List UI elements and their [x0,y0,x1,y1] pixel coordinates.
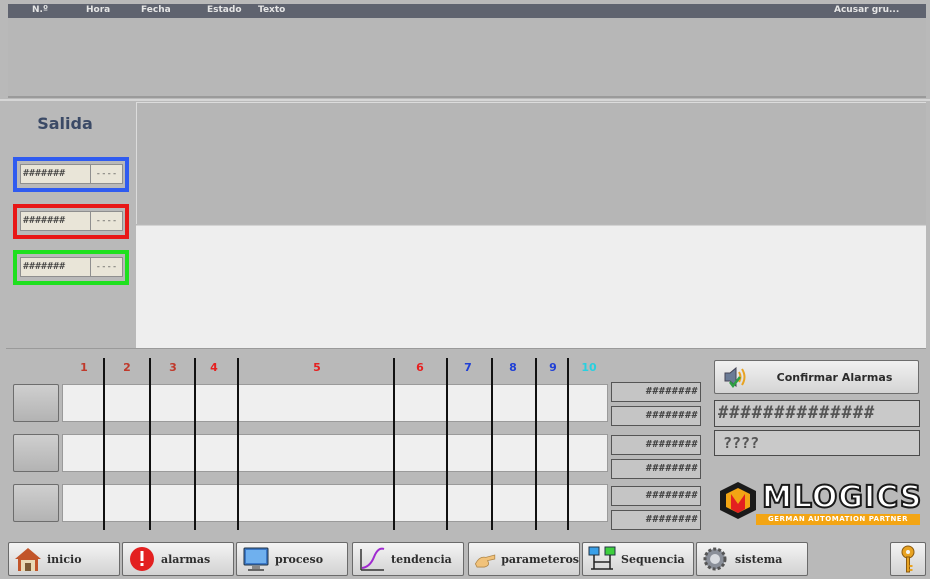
status-box-blue: ####### ---- [13,157,129,192]
key-icon [901,545,915,573]
col-number-8: 8 [509,361,517,374]
row-select-button-1[interactable] [13,384,59,422]
nav-button-sequence[interactable]: Sequencia [582,542,694,576]
col-header-text[interactable]: Texto [258,5,285,15]
confirm-alarms-label: Confirmar Alarmas [776,370,893,384]
nav-label-process: proceso [275,552,324,566]
alarm-list[interactable] [8,18,926,98]
logo-cube-icon [720,482,756,519]
nav-button-alarms[interactable]: alarmas [122,542,234,576]
nav-button-trend[interactable]: tendencia [352,542,464,576]
total-value-field: ############## [714,400,920,427]
trend-icon [360,547,385,571]
col-number-5: 5 [313,361,321,374]
confirm-alarms-button[interactable]: Confirmar Alarmas [714,360,919,394]
chart-separator [6,348,926,349]
nav-label-trend: tendencia [391,552,452,566]
col-number-7: 7 [464,361,472,374]
col-header-date[interactable]: Fecha [141,5,171,15]
value-field: ######## [611,510,701,530]
col-header-time[interactable]: Hora [86,5,110,15]
grid-line [237,358,239,530]
value-field: ######## [611,406,701,426]
value-field: ######## [611,459,701,479]
status-field-green[interactable]: ####### ---- [20,257,123,277]
home-icon [15,548,41,571]
alarm-table-header: N.º Hora Fecha Estado Texto Acusar gru..… [8,4,926,18]
status-field-blue[interactable]: ####### ---- [20,164,123,184]
trend-chart-lower [136,225,926,349]
status-unit-red: ---- [95,216,118,226]
status-field-red[interactable]: ####### ---- [20,211,123,231]
ack-group-button[interactable]: Acusar gru... [834,5,899,15]
status-box-red: ####### ---- [13,204,129,239]
grid-line [194,358,196,530]
status-value-green: ####### [21,258,91,276]
col-number-9: 9 [549,361,557,374]
grid-line [567,358,569,530]
nav-label-system: sistema [735,552,783,566]
col-number-1: 1 [80,361,88,374]
trend-chart-upper [136,102,926,224]
grid-line [535,358,537,530]
nav-button-process[interactable]: proceso [236,542,348,576]
col-number-4: 4 [210,361,218,374]
nav-label-parameters: parameteros [501,552,579,566]
status-box-green: ####### ---- [13,250,129,285]
hand-icon [474,554,496,568]
company-logo: MLOGICS GERMAN AUTOMATION PARTNER [716,478,922,526]
grid-line [103,358,105,530]
sequence-icon [588,546,616,570]
table-row[interactable] [62,484,608,522]
table-row[interactable] [62,384,608,422]
output-title: Salida [37,114,93,133]
value-field: ######## [611,435,701,455]
nav-label-alarms: alarmas [161,552,211,566]
nav-label-sequence: Sequencia [621,552,685,566]
nav-label-home: inicio [47,552,82,566]
table-row[interactable] [62,434,608,472]
speaker-icon [724,366,746,389]
logo-wordmark: MLOGICS [761,479,923,516]
row-select-button-2[interactable] [13,434,59,472]
alarm-icon [130,547,154,571]
row-select-button-3[interactable] [13,484,59,522]
monitor-icon [243,547,269,571]
logo-tagline: GERMAN AUTOMATION PARTNER [756,514,920,525]
status-unit-blue: ---- [95,169,118,179]
status-value-red: ####### [21,212,91,230]
divider [0,99,930,101]
login-button[interactable] [890,542,926,576]
col-number-6: 6 [416,361,424,374]
grid-line [149,358,151,530]
nav-button-parameters[interactable]: parameteros [468,542,580,576]
nav-button-home[interactable]: inicio [8,542,120,576]
col-header-state[interactable]: Estado [207,5,242,15]
value-field: ######## [611,382,701,402]
value-field: ######## [611,486,701,506]
col-number-2: 2 [123,361,131,374]
grid-line [491,358,493,530]
gear-icon [703,547,727,571]
col-number-10: 10 [581,361,597,374]
status-value-blue: ####### [21,165,91,183]
nav-button-system[interactable]: sistema [696,542,808,576]
grid-line [446,358,448,530]
grid-line [393,358,395,530]
status-unit-green: ---- [95,262,118,272]
col-number-3: 3 [169,361,177,374]
status-text-field: ???? [714,430,920,456]
col-header-number[interactable]: N.º [32,5,48,15]
